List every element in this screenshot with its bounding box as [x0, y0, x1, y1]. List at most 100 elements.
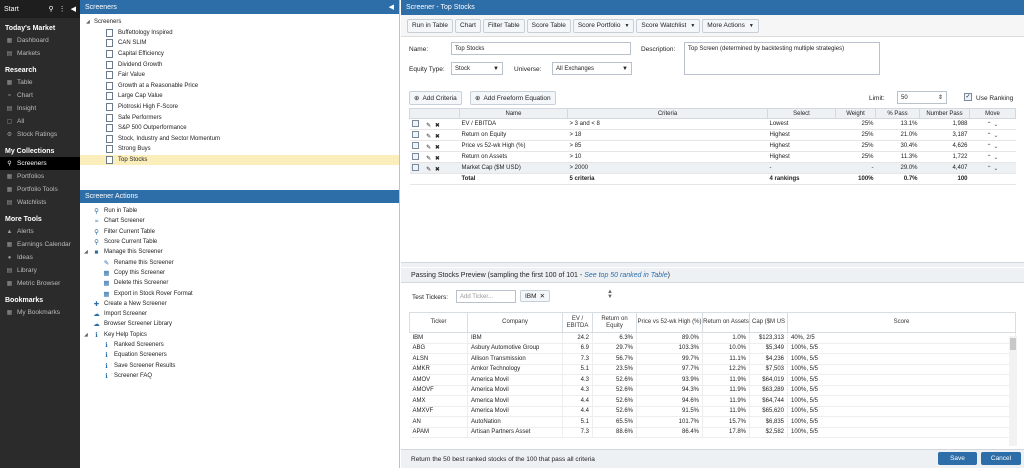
nav-item-watchlists[interactable]: ▤ Watchlists	[0, 196, 80, 209]
criteria-checkbox[interactable]	[411, 130, 419, 138]
preview-col-header[interactable]: Cap ($M US	[749, 312, 788, 333]
help-equation-screeners[interactable]: ℹ Equation Screeners	[80, 350, 399, 360]
criteria-row[interactable]: ✎ ✖ Price vs 52-wk High (%) > 85 Highest 25%…	[409, 140, 1016, 152]
help-save-results[interactable]: ℹ Save Screener Results	[80, 360, 399, 370]
action-create[interactable]: ✚ Create a New Screener	[80, 299, 399, 309]
delete-icon[interactable]: ✖	[435, 167, 440, 173]
criteria-select[interactable]: Lowest	[767, 118, 836, 130]
preview-row[interactable]: AMX America Movil 4.4 52.6% 94.6% 11.9% $64,74…	[409, 395, 1016, 407]
nav-item-library[interactable]: ▤ Library	[0, 264, 80, 277]
criteria-weight[interactable]: 25%	[835, 129, 876, 141]
sort-arrows-icon[interactable]: ▲ ▼	[607, 289, 613, 300]
preview-row[interactable]: IBM IBM 24.2 6.3% 89.0% 1.0% $123,313 40%, 2/5	[409, 332, 1016, 344]
move-up-icon[interactable]: ⌃	[987, 155, 992, 161]
criteria-checkbox[interactable]	[411, 141, 419, 149]
help-ranked-screeners[interactable]: ℹ Ranked Screeners	[80, 340, 399, 350]
edit-icon[interactable]: ✎	[426, 123, 431, 129]
preview-row[interactable]: AMKR Amkor Technology 5.1 23.5% 97.7% 12.2% $7…	[409, 364, 1016, 375]
screener-item[interactable]: CAN SLIM	[80, 38, 399, 49]
preview-col-header[interactable]: Price vs 52-wk High (%)	[636, 312, 703, 333]
nav-item-portfolio-tools[interactable]: ▦ Portfolio Tools	[0, 183, 80, 196]
delete-icon[interactable]: ✖	[435, 156, 440, 162]
screener-item[interactable]: Safe Performers	[80, 112, 399, 123]
nav-item-insight[interactable]: ▤ Insight	[0, 102, 80, 115]
action-import[interactable]: ☁ Import Screener	[80, 309, 399, 319]
run-in-table-button[interactable]: Run in Table	[407, 18, 454, 33]
edit-icon[interactable]: ✎	[426, 145, 431, 151]
move-up-icon[interactable]: ⌃	[987, 144, 992, 150]
preview-col-header[interactable]: Score	[787, 312, 1016, 333]
use-ranking-checkbox[interactable]: ✓	[964, 93, 972, 101]
cancel-button[interactable]: Cancel	[981, 452, 1021, 465]
preview-col-header[interactable]: EV / EBITDA	[562, 312, 593, 333]
preview-row[interactable]: AMOV America Movil 4.3 52.6% 93.9% 11.9% $64,0…	[409, 374, 1016, 386]
screener-item[interactable]: Top Stocks	[80, 154, 399, 166]
criteria-expression[interactable]: > 18	[567, 129, 768, 141]
screener-item[interactable]: Large Cap Value	[80, 91, 399, 102]
criteria-row[interactable]: ✎ ✖ EV / EBITDA > 3 and < 8 Lowest 25% 13.1% 1…	[409, 118, 1016, 130]
spinner-arrows-icon[interactable]: ⇕	[938, 94, 943, 101]
action-export[interactable]: ▦ Export in Stock Rover Format	[80, 288, 399, 298]
move-down-icon[interactable]: ⌄	[993, 155, 998, 161]
screener-item[interactable]: Dividend Growth	[80, 59, 399, 70]
criteria-expression[interactable]: > 10	[567, 151, 768, 163]
collapse-icon[interactable]: ◀	[71, 5, 76, 13]
criteria-row[interactable]: ✎ ✖ Return on Assets > 10 Highest 25% 11.3% 1,…	[409, 151, 1016, 163]
screener-item[interactable]: Piotroski High F-Score	[80, 102, 399, 113]
nav-item-dashboard[interactable]: ▦ Dashboard	[0, 34, 80, 47]
delete-icon[interactable]: ✖	[435, 134, 440, 140]
criteria-row[interactable]: ✎ ✖ Market Cap ($M USD) > 2000- -29.0% 4,407…	[409, 162, 1016, 174]
criteria-expression[interactable]: > 2000	[567, 162, 768, 174]
expand-icon[interactable]: ◢	[86, 19, 94, 25]
score-table-button[interactable]: Score Table	[526, 18, 571, 33]
preview-row[interactable]: APAM Artisan Partners Asset 7.3 88.6% 86.4% 1…	[409, 427, 1016, 438]
edit-icon[interactable]: ✎	[426, 167, 431, 173]
preview-row[interactable]: AMOVF America Movil 4.3 52.6% 94.3% 11.9% $63,…	[409, 385, 1016, 396]
preview-col-header[interactable]: Company	[467, 312, 563, 333]
nav-item-earnings-calendar[interactable]: ▦ Earnings Calendar	[0, 238, 80, 251]
delete-icon[interactable]: ✖	[435, 123, 440, 129]
ticker-tag-ibm[interactable]: IBM ✕	[520, 290, 551, 302]
move-down-icon[interactable]: ⌄	[993, 166, 998, 172]
action-browser-library[interactable]: ☁ Browser Screener Library	[80, 319, 399, 329]
action-chart-screener[interactable]: ≈ Chart Screener	[80, 216, 399, 226]
score-watchlist-button[interactable]: Score Watchlist ▼	[636, 18, 701, 33]
screener-item[interactable]: S&P 500 Outperformance	[80, 123, 399, 134]
nav-item-screeners[interactable]: ⚲ Screeners	[0, 157, 80, 170]
action-delete[interactable]: ▦ Delete this Screener	[80, 278, 399, 288]
action-copy[interactable]: ▦ Copy this Screener	[80, 268, 399, 278]
more-actions-button[interactable]: More Actions ▼	[702, 18, 759, 33]
screener-item[interactable]: Fair Value	[80, 70, 399, 81]
search-icon[interactable]: ⚲	[48, 5, 53, 13]
expand-icon[interactable]: ◢	[84, 332, 92, 338]
criteria-expression[interactable]: > 85	[567, 140, 768, 152]
criteria-expression[interactable]: > 3 and < 8	[567, 118, 768, 130]
help-faq[interactable]: ℹ Screener FAQ	[80, 371, 399, 381]
tree-root[interactable]: ◢ Screeners	[80, 17, 399, 28]
delete-icon[interactable]: ✖	[435, 145, 440, 151]
nav-item-my-bookmarks[interactable]: ▦ My Bookmarks	[0, 306, 80, 319]
move-down-icon[interactable]: ⌄	[993, 122, 998, 128]
criteria-select[interactable]: -	[767, 162, 836, 174]
screener-item[interactable]: Strong Buys	[80, 144, 399, 155]
equity-type-select[interactable]: Stock ▼	[451, 62, 503, 75]
nav-item-ideas[interactable]: ● Ideas	[0, 251, 80, 264]
screener-item[interactable]: Buffettology Inspired	[80, 28, 399, 39]
preview-scrollbar[interactable]	[1009, 336, 1017, 446]
universe-select[interactable]: All Exchanges ▼	[552, 62, 632, 75]
chart-button[interactable]: Chart	[455, 18, 481, 33]
nav-item-markets[interactable]: ▤ Markets	[0, 47, 80, 60]
criteria-checkbox[interactable]	[411, 163, 419, 171]
action-manage[interactable]: ◢ ■ Manage this Screener	[80, 247, 399, 257]
action-run-in-table[interactable]: ⚲ Run in Table	[80, 206, 399, 216]
action-rename[interactable]: ✎ Rename this Screener	[80, 257, 399, 267]
criteria-weight[interactable]: 25%	[835, 140, 876, 152]
nav-item-stock-ratings[interactable]: ⚙ Stock Ratings	[0, 128, 80, 141]
criteria-select[interactable]: Highest	[767, 151, 836, 163]
criteria-weight[interactable]: -	[835, 162, 876, 174]
action-key-help[interactable]: ◢ ℹ Key Help Topics	[80, 330, 399, 340]
close-icon[interactable]: ✕	[540, 292, 545, 300]
criteria-checkbox[interactable]	[411, 119, 419, 127]
menu-icon[interactable]: ⋮	[59, 5, 66, 13]
see-top-ranked-link[interactable]: See top 50 ranked in Table	[584, 272, 667, 279]
